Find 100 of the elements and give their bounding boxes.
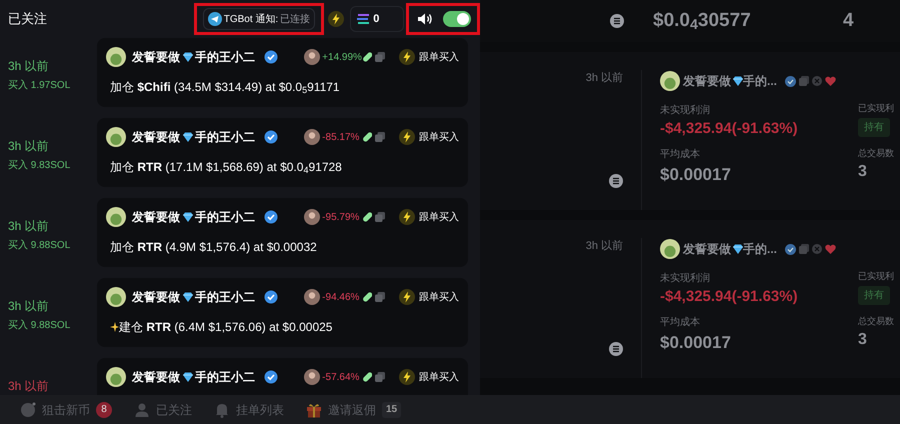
status-badge: 持有 <box>858 118 890 136</box>
pill-icon <box>362 292 372 302</box>
solana-icon <box>357 14 370 24</box>
field-label: 总交易数 <box>858 146 894 160</box>
follow-buy-button[interactable]: 跟单买入 <box>399 129 459 145</box>
pill-icon <box>362 212 372 222</box>
speaker-icon <box>416 12 433 26</box>
price-change: -85.17% <box>322 130 360 144</box>
follow-buy-button[interactable]: 跟单买入 <box>399 49 459 65</box>
lightning-icon <box>399 209 415 225</box>
lightning-icon <box>399 289 415 305</box>
diamond-icon <box>181 371 195 383</box>
verified-icon <box>264 290 278 304</box>
field-label: 平均成本 <box>660 316 700 330</box>
diamond-icon <box>181 131 195 143</box>
field-label: 总交易数 <box>858 314 894 328</box>
time-label: 3h 以前 <box>586 71 623 86</box>
author-name: 手的王小二 <box>195 209 256 226</box>
unrealized-profit: -$4,325.94(-91.63%) <box>660 287 798 307</box>
price-change: +14.99% <box>322 50 362 64</box>
nav-item[interactable]: 邀请返佣 15 <box>306 400 402 418</box>
author-name: 手的王小二 <box>195 289 256 306</box>
lightning-icon <box>328 11 344 27</box>
follow-buy-button[interactable]: 跟单买入 <box>399 289 459 305</box>
time-label: 3h 以前 <box>8 59 49 74</box>
trade-amount: 买入 9.83SOL <box>8 158 70 173</box>
price-change: -57.64% <box>322 370 360 384</box>
trade-amount: 买入 9.88SOL <box>8 238 70 253</box>
avatar-icon <box>106 207 126 227</box>
sparkle-icon <box>110 322 119 332</box>
verified-icon <box>264 50 278 64</box>
follow-buy-button[interactable]: 跟单买入 <box>399 209 459 225</box>
connection-status: 已连接 <box>280 12 310 26</box>
author-name: 发誓要做 <box>132 289 180 306</box>
copy-icon <box>375 52 385 62</box>
verified-icon <box>264 210 278 224</box>
telegram-icon <box>208 12 222 26</box>
copy-icon <box>375 372 385 382</box>
trade-amount: 买入 1.97SOL <box>8 78 70 93</box>
author-name: 发誓要做 <box>683 241 731 258</box>
pill-icon <box>362 52 372 62</box>
page-title: 已关注 <box>8 10 48 28</box>
time-label: 3h 以前 <box>8 139 49 154</box>
status-badge: 持有 <box>858 286 890 304</box>
time-label: 3h 以前 <box>586 239 623 254</box>
trade-message: 加仓 RTR (4.9M $1,576.4) at $0.00032 <box>110 239 317 256</box>
tgbot-status-button[interactable]: TGBot 通知: 已连接 <box>202 8 316 30</box>
user-icon <box>134 402 150 418</box>
price-value: $0.0$_{4}$30577 <box>653 8 752 36</box>
copy-icon <box>799 244 810 254</box>
time-label: 3h 以前 <box>8 379 49 394</box>
sound-toggle[interactable] <box>442 11 471 27</box>
field-label: 平均成本 <box>660 148 700 162</box>
trade-message: 加仓 RTR (17.1M $1,568.69) at $0.0$_{4}$91728 <box>110 159 342 176</box>
bell-icon <box>214 402 230 418</box>
unrealized-profit: -$4,325.94(-91.63%) <box>660 119 798 139</box>
copy-icon <box>375 212 385 222</box>
trade-message: 加仓 $Chifi (34.5M $314.49) at $0.0$_{5}$91171 <box>110 79 340 96</box>
author-name: 手的... <box>743 73 778 90</box>
heart-icon <box>825 76 836 86</box>
list-icon <box>609 342 623 356</box>
sol-balance-field[interactable]: 0 <box>350 6 404 32</box>
list-icon <box>610 14 624 28</box>
author-name: 手的王小二 <box>195 369 256 386</box>
author-name: 发誓要做 <box>683 73 731 90</box>
avatar-icon <box>106 47 126 67</box>
verified-icon <box>785 244 796 254</box>
diamond-icon <box>181 51 195 63</box>
gift-icon <box>306 402 322 418</box>
time-label: 3h 以前 <box>8 219 49 234</box>
avatar-icon <box>106 127 126 147</box>
verified-icon <box>264 130 278 144</box>
verified-icon <box>264 370 278 384</box>
tgbot-label: TGBot 通知: <box>224 12 278 26</box>
verified-icon <box>785 76 796 86</box>
lightning-icon <box>399 49 415 65</box>
close-circle-icon <box>812 244 822 254</box>
average-cost: $0.00017 <box>660 164 731 186</box>
copy-icon <box>799 76 810 86</box>
field-label: 已实现利 <box>858 270 894 283</box>
lightning-icon <box>399 369 415 385</box>
trade-amount: 买入 9.88SOL <box>8 318 70 333</box>
field-label: 已实现利 <box>858 102 894 115</box>
diamond-icon <box>181 291 195 303</box>
pill-icon <box>362 132 372 142</box>
count-badge: 15 <box>382 402 402 418</box>
nav-item[interactable]: 狙击新币 8 <box>20 400 112 418</box>
field-label: 未实现利润 <box>660 104 710 118</box>
trade-count: 3 <box>858 162 867 182</box>
heart-icon <box>825 244 836 254</box>
price-change: -94.46% <box>322 290 360 304</box>
token-icon <box>304 289 320 305</box>
avatar-icon <box>660 71 680 91</box>
lightning-icon <box>399 129 415 145</box>
copy-icon <box>375 132 385 142</box>
token-icon <box>304 369 320 385</box>
follow-buy-button[interactable]: 跟单买入 <box>399 369 459 385</box>
token-icon <box>304 129 320 145</box>
list-icon <box>609 174 623 188</box>
time-label: 3h 以前 <box>8 299 49 314</box>
